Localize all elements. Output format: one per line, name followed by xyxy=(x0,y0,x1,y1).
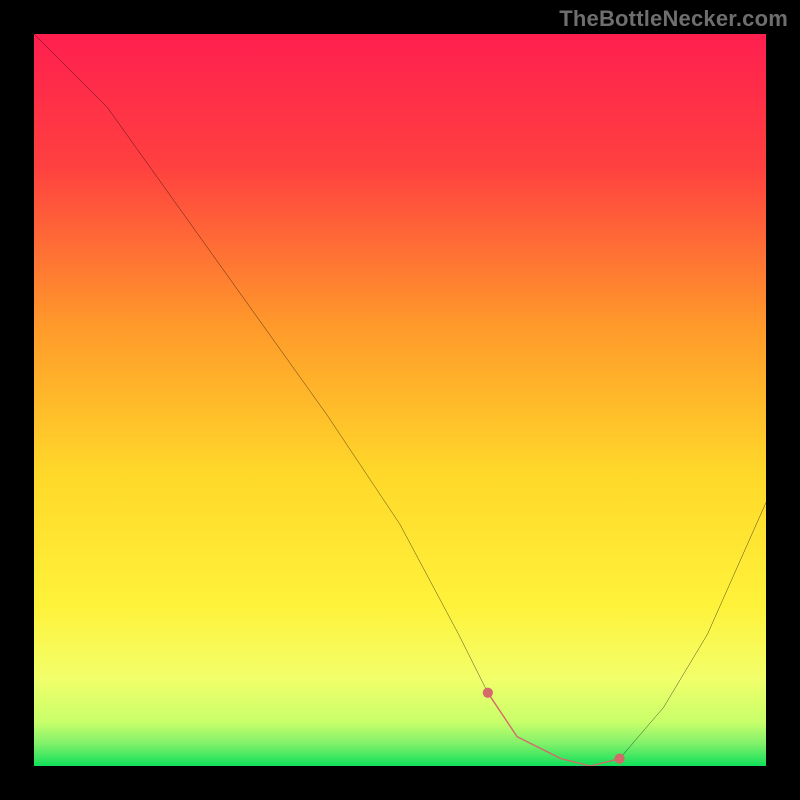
curve-main xyxy=(34,34,766,766)
watermark-text: TheBottleNecker.com xyxy=(559,6,788,32)
plot-area xyxy=(34,34,766,766)
highlight-dot-start xyxy=(483,688,493,698)
chart-frame: TheBottleNecker.com xyxy=(0,0,800,800)
bottleneck-curve xyxy=(34,34,766,766)
curve-highlight xyxy=(488,693,620,766)
highlight-dot-end xyxy=(614,754,624,764)
